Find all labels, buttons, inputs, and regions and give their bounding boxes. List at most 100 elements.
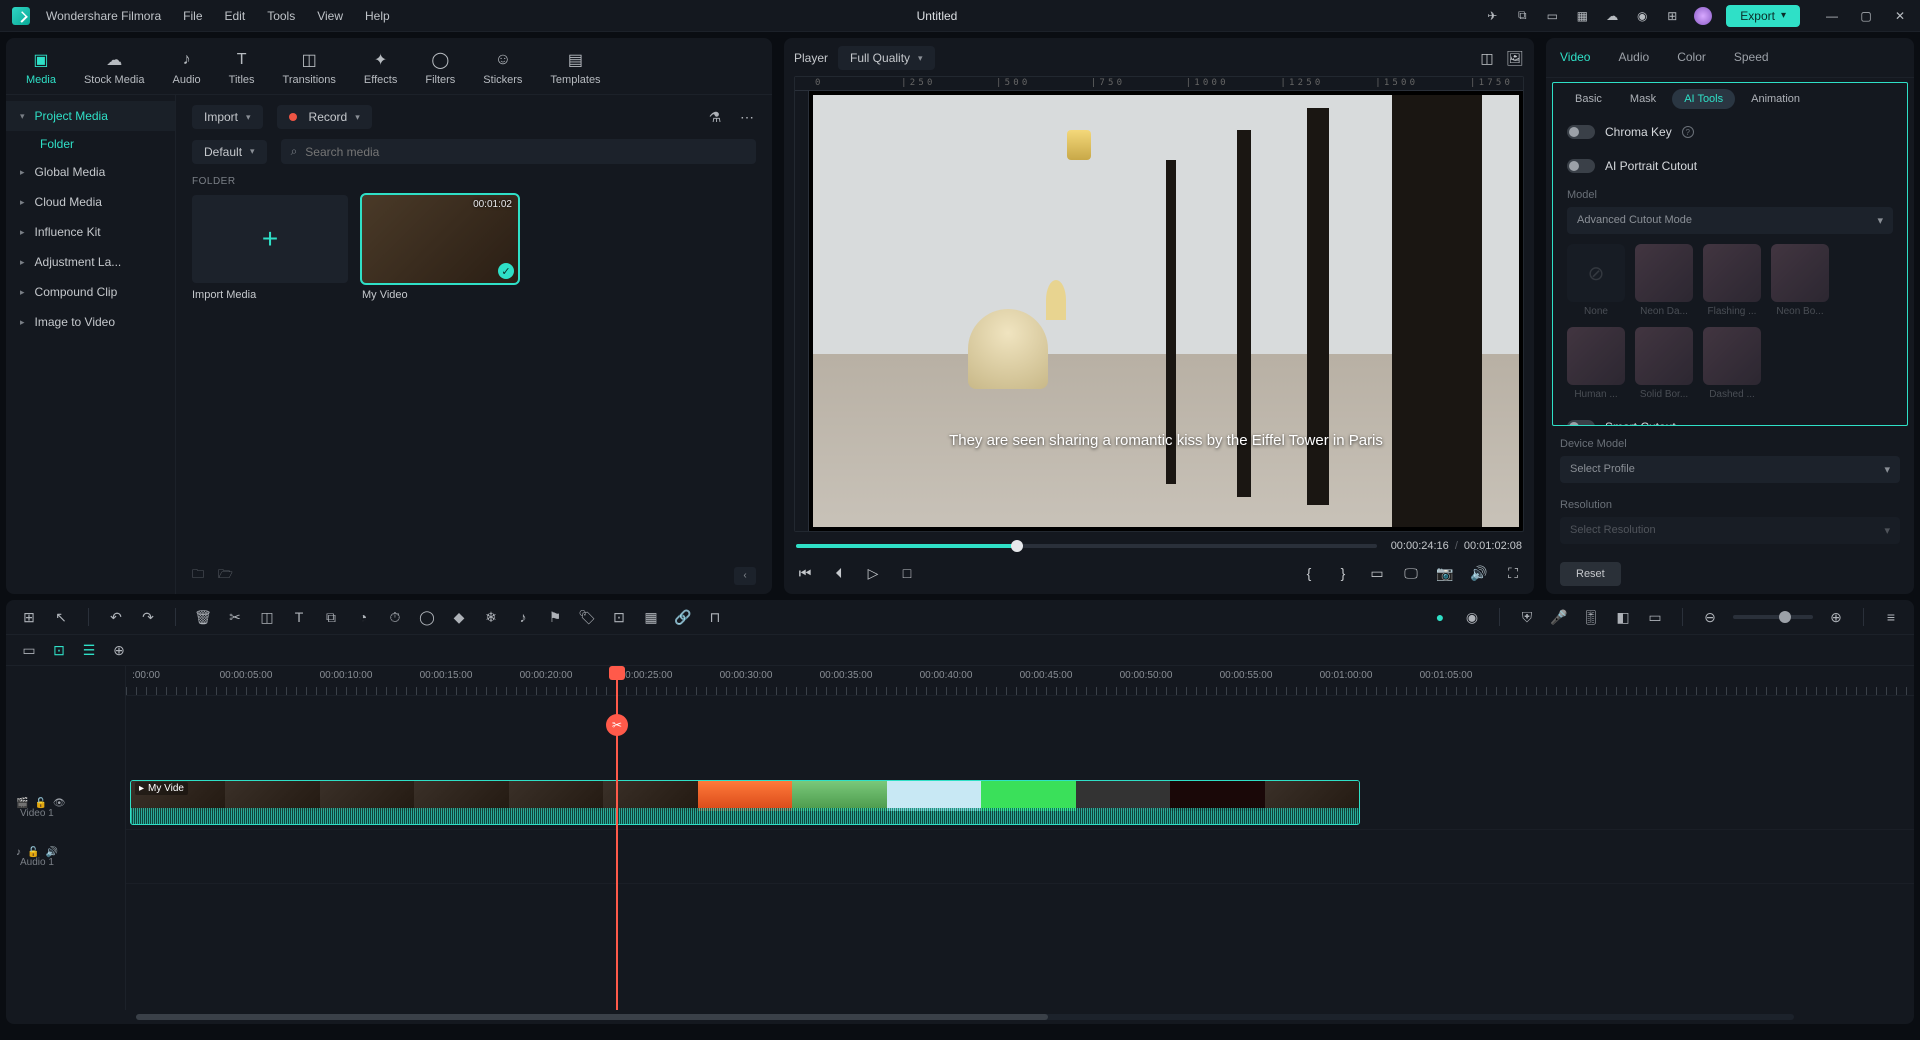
timeline-ruler[interactable]: :00:0000:00:05:0000:00:10:0000:00:15:000… — [126, 666, 1914, 696]
sidebar-influence-kit[interactable]: ▸Influence Kit — [6, 217, 175, 247]
playhead[interactable]: ✂ — [616, 666, 618, 1010]
freeze-icon[interactable]: ❄ — [482, 608, 500, 626]
tab-audio-props[interactable]: Audio — [1618, 50, 1649, 66]
cutout-solid-border[interactable]: Solid Bor... — [1635, 327, 1693, 400]
tab-color-props[interactable]: Color — [1677, 50, 1706, 66]
link-icon[interactable]: 🔗 — [674, 608, 692, 626]
send-icon[interactable]: ✈ — [1484, 8, 1500, 24]
menu-view[interactable]: View — [317, 9, 343, 23]
sort-dropdown[interactable]: Default▾ — [192, 140, 267, 164]
adjust-icon[interactable]: ◧ — [1614, 608, 1632, 626]
minimize-icon[interactable]: — — [1824, 8, 1840, 24]
scissors-icon[interactable]: ✂ — [606, 714, 628, 736]
help-icon[interactable]: ◉ — [1634, 8, 1650, 24]
volume-icon[interactable]: 🔊 — [1470, 564, 1488, 582]
menu-file[interactable]: File — [183, 9, 202, 23]
monitor-icon[interactable]: ▭ — [1544, 8, 1560, 24]
sidebar-image-to-video[interactable]: ▸Image to Video — [6, 307, 175, 337]
apps-icon[interactable]: ⊞ — [1664, 8, 1680, 24]
chroma-key-toggle[interactable] — [1567, 125, 1595, 139]
collapse-sidebar-button[interactable]: ‹ — [734, 567, 756, 585]
video-clip[interactable]: ▸My Vide — [130, 780, 1360, 825]
toolbar-select-icon[interactable]: ↖ — [52, 608, 70, 626]
menu-tools[interactable]: Tools — [267, 9, 295, 23]
toolbar-layout-icon[interactable]: ⊞ — [20, 608, 38, 626]
video-track-header[interactable]: 🎬🔓👁 — [6, 776, 125, 830]
close-icon[interactable]: ✕ — [1892, 8, 1908, 24]
tab-filters[interactable]: ◯Filters — [417, 46, 463, 90]
media-thumb-my-video[interactable]: 00:01:02 ✓ My Video — [362, 195, 518, 301]
fullscreen-icon[interactable]: ⛶ — [1504, 564, 1522, 582]
tab-speed-props[interactable]: Speed — [1734, 50, 1769, 66]
copy-icon[interactable]: ⧉ — [322, 608, 340, 626]
timeline-tracks[interactable]: :00:0000:00:05:0000:00:10:0000:00:15:000… — [126, 666, 1914, 1010]
ai-audio-icon[interactable]: ◉ — [1463, 608, 1481, 626]
play-icon[interactable]: ▷ — [864, 564, 882, 582]
import-dropdown[interactable]: Import▾ — [192, 105, 263, 129]
color-icon[interactable]: ◔ — [354, 608, 372, 626]
audio-track-header[interactable]: ♪🔓🔊 — [6, 825, 125, 879]
new-bin-icon[interactable]: 🗁 — [218, 565, 233, 586]
redo-icon[interactable]: ↷ — [139, 608, 157, 626]
preview-viewport[interactable]: They are seen sharing a romantic kiss by… — [794, 76, 1524, 532]
inbox-icon[interactable]: ⧉ — [1514, 8, 1530, 24]
detach-audio-icon[interactable]: ♪ — [514, 608, 532, 626]
subtab-basic[interactable]: Basic — [1563, 89, 1614, 109]
track-add-icon[interactable]: ▭ — [20, 641, 38, 659]
tab-effects[interactable]: ✦Effects — [356, 46, 405, 90]
mask-icon[interactable]: ◯ — [418, 608, 436, 626]
record-dropdown[interactable]: Record▾ — [277, 105, 372, 129]
group-icon[interactable]: ⊡ — [610, 608, 628, 626]
speed-icon[interactable]: ⏱ — [386, 608, 404, 626]
model-select[interactable]: Advanced Cutout Mode▾ — [1567, 207, 1893, 234]
subtab-ai-tools[interactable]: AI Tools — [1672, 89, 1735, 109]
filter-icon[interactable]: ⚗ — [706, 108, 724, 126]
shield-icon[interactable]: ⛨ — [1518, 608, 1536, 626]
smart-cutout-toggle[interactable] — [1567, 420, 1595, 426]
cutout-none[interactable]: ⊘None — [1567, 244, 1625, 317]
tab-media[interactable]: ▣Media — [18, 46, 64, 90]
help-icon[interactable]: ? — [1682, 126, 1694, 138]
prev-frame-icon[interactable]: ⏮ — [796, 564, 814, 582]
delete-icon[interactable]: 🗑 — [194, 608, 212, 626]
mixer-icon[interactable]: 🎚 — [1582, 608, 1600, 626]
split-icon[interactable]: ✂ — [226, 608, 244, 626]
sidebar-folder[interactable]: Folder — [6, 131, 175, 157]
compound-icon[interactable]: ▦ — [642, 608, 660, 626]
sidebar-project-media[interactable]: ▾Project Media — [6, 101, 175, 131]
cutout-dashed[interactable]: Dashed ... — [1703, 327, 1761, 400]
library-icon[interactable]: ▦ — [1574, 8, 1590, 24]
timeline-scrollbar[interactable] — [6, 1010, 1914, 1024]
track-lock-icon[interactable]: ⊕ — [110, 641, 128, 659]
zoom-in-icon[interactable]: ⊕ — [1827, 608, 1845, 626]
lock-icon[interactable]: 🔓 — [34, 798, 46, 809]
render-icon[interactable]: ● — [1431, 608, 1449, 626]
search-box[interactable]: ⌕ — [281, 139, 756, 164]
track-magnet-icon[interactable]: ☰ — [80, 641, 98, 659]
tab-templates[interactable]: ▤Templates — [542, 46, 608, 90]
resolution-select[interactable]: Select Resolution▾ — [1560, 517, 1900, 544]
portrait-cutout-toggle[interactable] — [1567, 159, 1595, 173]
cloud-icon[interactable]: ☁ — [1604, 8, 1620, 24]
compare-icon[interactable]: ◫ — [1478, 49, 1496, 67]
step-back-icon[interactable]: ⏴ — [830, 564, 848, 582]
speaker-icon[interactable]: 🔊 — [45, 847, 57, 858]
stop-icon[interactable]: □ — [898, 564, 916, 582]
crop-icon[interactable]: ◫ — [258, 608, 276, 626]
menu-help[interactable]: Help — [365, 9, 390, 23]
mic-icon[interactable]: 🎤 — [1550, 608, 1568, 626]
cutout-flashing[interactable]: Flashing ... — [1703, 244, 1761, 317]
tab-video-props[interactable]: Video — [1560, 50, 1590, 66]
import-media-tile[interactable]: + Import Media — [192, 195, 348, 301]
sidebar-adjustment-layer[interactable]: ▸Adjustment La... — [6, 247, 175, 277]
maximize-icon[interactable]: ▢ — [1858, 8, 1874, 24]
keyframe-icon[interactable]: ◆ — [450, 608, 468, 626]
view-mode-icon[interactable]: ≡ — [1882, 608, 1900, 626]
display-icon[interactable]: 🖵 — [1402, 564, 1420, 582]
mark-in-icon[interactable]: { — [1300, 564, 1318, 582]
menu-edit[interactable]: Edit — [225, 9, 246, 23]
snapshot-icon[interactable]: 🖼 — [1506, 49, 1524, 67]
search-input[interactable] — [305, 145, 746, 159]
sidebar-global-media[interactable]: ▸Global Media — [6, 157, 175, 187]
camera-icon[interactable]: 📷 — [1436, 564, 1454, 582]
